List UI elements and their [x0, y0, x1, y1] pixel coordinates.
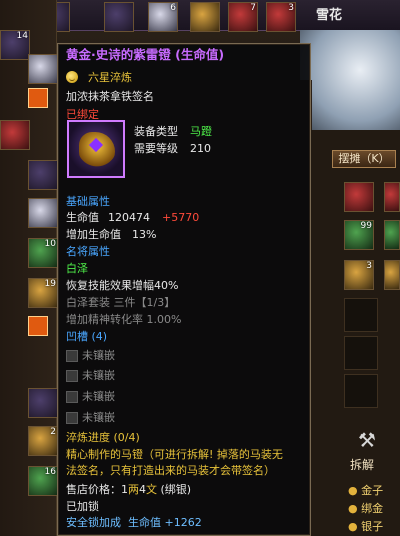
- gold-coin-icon: ●: [348, 484, 358, 497]
- signature: 加浓抹茶拿铁签名: [66, 90, 154, 103]
- hammer-icon[interactable]: ⚒: [358, 428, 376, 452]
- sell-unit-1: 两: [128, 483, 139, 496]
- item-tooltip: 黄金·史诗的紫雷镫 (生命值) 六星淬炼 加浓抹茶拿铁签名 已绑定 装备类型 马…: [57, 43, 311, 536]
- safe-lock: 安全锁加成 生命值 +1262: [66, 516, 202, 530]
- stall-tab[interactable]: 摆摊（K）: [332, 150, 396, 168]
- hp-bonus: +5770: [162, 211, 200, 224]
- required-level-value: 210: [190, 142, 211, 155]
- gold-row: ● 金子: [348, 484, 384, 497]
- left-slot-2[interactable]: [28, 54, 58, 84]
- left-check-2[interactable]: [28, 316, 48, 336]
- socket-1: 未镶嵌: [82, 349, 115, 362]
- lock-status: 已加锁: [66, 500, 99, 513]
- refine-level: 六星淬炼: [88, 71, 132, 84]
- set-label: 白泽套装 三件【1/3】: [66, 296, 176, 309]
- left-slot-10[interactable]: 16: [28, 466, 58, 496]
- baize-header: 白泽: [66, 262, 88, 275]
- left-slot-1[interactable]: 14: [0, 30, 30, 60]
- socket-2: 未镶嵌: [82, 369, 115, 382]
- hp-pct-label: 增加生命值: [66, 228, 121, 241]
- hp-pct-value: 13%: [132, 228, 157, 241]
- left-slot-9[interactable]: 2: [28, 426, 58, 456]
- silver-row: ● 银子: [348, 520, 384, 533]
- left-slot-8[interactable]: [28, 388, 58, 418]
- sell-unit-2: 文: [146, 483, 157, 496]
- empty-socket-icon: [66, 370, 78, 382]
- baize-effect: 恢复技能效果增幅40%: [66, 279, 179, 292]
- disassemble-button[interactable]: 拆解: [350, 456, 374, 473]
- safe-lock-stat: 生命值: [128, 516, 161, 529]
- hp-label: 生命值: [66, 211, 99, 224]
- socket-header: 凹槽 (4): [66, 330, 108, 343]
- bound-gold-coin-icon: ●: [348, 502, 358, 515]
- bound-gold-row: ● 绑金: [348, 502, 384, 515]
- temper-progress: 淬炼进度 (0/4): [66, 431, 140, 444]
- left-check-1[interactable]: [28, 88, 48, 108]
- socket-4: 未镶嵌: [82, 411, 115, 424]
- sell-price: 售店价格：1两4文 (绑银): [66, 483, 191, 497]
- sell-amount-2: 4: [139, 483, 146, 496]
- left-slot-6[interactable]: 10: [28, 238, 58, 268]
- empty-cell-2[interactable]: [344, 336, 378, 370]
- sell-amount-1: 1: [121, 483, 128, 496]
- top-slot-7[interactable]: 3: [266, 2, 296, 32]
- smiley-icon: [66, 71, 78, 83]
- empty-cell-3[interactable]: [344, 374, 378, 408]
- empty-socket-icon: [66, 412, 78, 424]
- left-slot-7[interactable]: 19: [28, 278, 58, 308]
- safe-lock-value: +1262: [164, 516, 202, 529]
- right-slot-3[interactable]: 99: [344, 220, 374, 250]
- left-slot-3[interactable]: [0, 120, 30, 150]
- sell-label: 售店价格：: [66, 483, 121, 496]
- required-level-label: 需要等级: [134, 142, 178, 155]
- snow-background: [300, 30, 400, 130]
- hp-value: 120474: [108, 211, 150, 224]
- top-right-text: 雪花: [316, 8, 343, 23]
- sell-bind: (绑银): [160, 483, 192, 496]
- left-slot-5[interactable]: [28, 198, 58, 228]
- right-slot-1[interactable]: [344, 182, 374, 212]
- item-title: 黄金·史诗的紫雷镫 (生命值): [66, 47, 225, 62]
- base-attr-header: 基础属性: [66, 195, 110, 208]
- famous-attr-header: 名将属性: [66, 245, 110, 258]
- empty-socket-icon: [66, 391, 78, 403]
- empty-cell-1[interactable]: [344, 298, 378, 332]
- equip-type-value: 马蹬: [190, 125, 212, 138]
- top-slot-5[interactable]: [190, 2, 220, 32]
- silver-coin-icon: ●: [348, 520, 358, 533]
- stirrup-icon: [67, 120, 125, 178]
- description-line-1: 精心制作的马镫（可进行拆解! 掉落的马装无: [66, 448, 283, 461]
- equip-type-label: 装备类型: [134, 125, 178, 138]
- right-slot-4[interactable]: [384, 220, 400, 250]
- right-slot-2[interactable]: [384, 182, 400, 212]
- right-slot-5[interactable]: 3: [344, 260, 374, 290]
- top-slot-3[interactable]: [104, 2, 134, 32]
- top-slot-6[interactable]: 7: [228, 2, 258, 32]
- set-effect: 增加精神转化率 1.00%: [66, 313, 182, 326]
- empty-socket-icon: [66, 350, 78, 362]
- right-slot-6[interactable]: [384, 260, 400, 290]
- left-slot-4[interactable]: [28, 160, 58, 190]
- description-line-2: 法签名，只有打造出来的马装才会带签名）: [66, 464, 275, 477]
- safe-lock-label: 安全锁加成: [66, 516, 121, 529]
- top-slot-4[interactable]: 6: [148, 2, 178, 32]
- socket-3: 未镶嵌: [82, 390, 115, 403]
